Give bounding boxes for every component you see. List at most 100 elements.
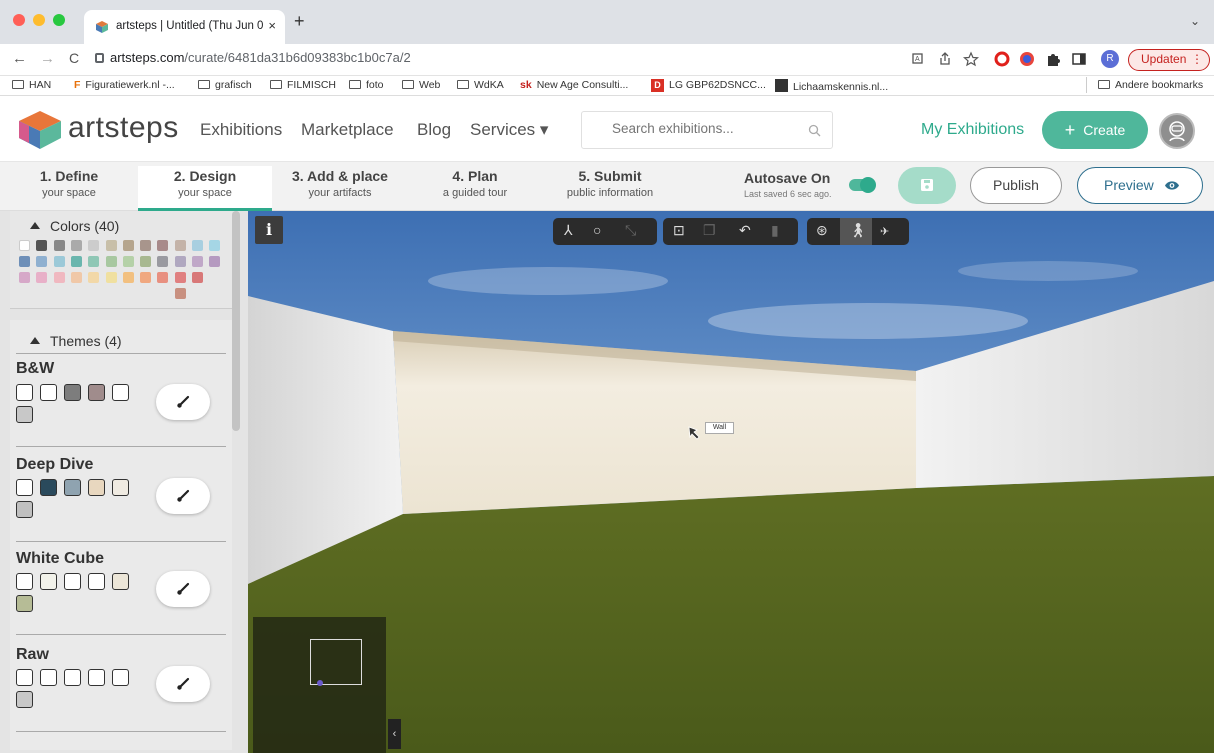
other-bookmarks[interactable]: Andere bookmarks: [1098, 79, 1203, 91]
search-icon[interactable]: [808, 124, 821, 137]
color-swatch[interactable]: [174, 240, 186, 251]
search-box[interactable]: [581, 111, 833, 149]
theme-color-swatch[interactable]: [16, 501, 33, 518]
opera-icon[interactable]: [994, 51, 1010, 67]
color-swatch[interactable]: [209, 256, 221, 267]
undo-icon[interactable]: ↶: [739, 222, 751, 239]
color-swatch[interactable]: [140, 256, 152, 267]
color-swatch[interactable]: [209, 240, 221, 251]
step-add-place[interactable]: 3. Add & place your artifacts: [272, 166, 408, 211]
step-design[interactable]: 2. Design your space: [138, 166, 272, 211]
drone-view-icon[interactable]: ✈︎: [880, 225, 889, 238]
theme-color-swatch[interactable]: [16, 384, 33, 401]
theme-color-swatch[interactable]: [88, 573, 105, 590]
sidepanel-icon[interactable]: [1071, 51, 1087, 67]
theme-color-swatch[interactable]: [16, 669, 33, 686]
theme-color-swatch[interactable]: [64, 573, 81, 590]
search-input[interactable]: [612, 121, 792, 136]
share-icon[interactable]: [937, 51, 953, 67]
bookmark-item[interactable]: sk New Age Consulti...: [520, 79, 628, 91]
color-swatch[interactable]: [88, 272, 100, 283]
step-define[interactable]: 1. Define your space: [0, 166, 138, 211]
profile-avatar[interactable]: R: [1101, 50, 1119, 68]
new-tab-icon[interactable]: +: [294, 11, 305, 32]
rotate-icon[interactable]: ○: [593, 222, 601, 238]
theme-color-swatch[interactable]: [112, 669, 129, 686]
extension-icon[interactable]: [1019, 51, 1035, 67]
theme-color-swatch[interactable]: [16, 573, 33, 590]
bookmark-star-icon[interactable]: [963, 51, 979, 67]
theme-color-swatch[interactable]: [88, 669, 105, 686]
color-swatch[interactable]: [53, 256, 65, 267]
nav-exhibitions[interactable]: Exhibitions: [200, 120, 282, 140]
theme-color-swatch[interactable]: [88, 384, 105, 401]
sidebar-scrollbar[interactable]: [232, 211, 240, 431]
reload-icon[interactable]: C: [69, 50, 79, 66]
info-button[interactable]: i: [255, 216, 283, 244]
color-swatch[interactable]: [140, 240, 152, 251]
color-swatch[interactable]: [53, 240, 65, 251]
theme-edit-button[interactable]: [156, 571, 210, 607]
color-swatch[interactable]: [174, 256, 186, 267]
color-swatch[interactable]: [192, 256, 203, 267]
color-swatch[interactable]: [157, 240, 169, 251]
theme-color-swatch[interactable]: [40, 669, 57, 686]
delete-icon[interactable]: ▮: [771, 222, 779, 239]
color-swatch[interactable]: [88, 256, 100, 267]
nav-blog[interactable]: Blog: [417, 120, 451, 140]
orbit-view-icon[interactable]: ⊛: [816, 222, 828, 239]
color-swatch[interactable]: [36, 240, 48, 251]
minimap-collapse-button[interactable]: ‹: [388, 719, 401, 749]
select-icon[interactable]: ⊡: [673, 222, 685, 239]
color-swatch[interactable]: [192, 240, 203, 251]
3d-viewport[interactable]: i ⅄ ○ ⤡ ⊡ ❐ ↶ ▮ ⊛ 🚶︎ ✈︎ Wall ‹: [248, 211, 1214, 753]
step-submit[interactable]: 5. Submit public information: [542, 166, 678, 211]
walk-view-icon[interactable]: 🚶︎: [849, 222, 867, 239]
step-plan[interactable]: 4. Plan a guided tour: [408, 166, 542, 211]
artsteps-logo-icon[interactable]: [17, 109, 63, 149]
autosave-toggle[interactable]: [849, 177, 876, 193]
nav-marketplace[interactable]: Marketplace: [301, 120, 394, 140]
bookmark-item[interactable]: grafisch: [198, 79, 252, 91]
back-icon[interactable]: ←: [12, 50, 27, 67]
color-swatch[interactable]: [140, 272, 152, 283]
bookmark-item[interactable]: D LG GBP62DSNCC...: [651, 79, 766, 92]
bookmark-item[interactable]: Web: [402, 79, 440, 91]
create-button[interactable]: + Create: [1042, 111, 1148, 149]
color-swatch[interactable]: [70, 256, 82, 267]
save-button[interactable]: [898, 167, 956, 204]
color-swatch[interactable]: [105, 272, 117, 283]
theme-color-swatch[interactable]: [112, 573, 129, 590]
bookmark-item[interactable]: F Figuratiewerk.nl -...: [74, 79, 175, 91]
duplicate-icon[interactable]: ❐: [703, 222, 716, 239]
color-swatch[interactable]: [88, 240, 100, 251]
my-exhibitions-link[interactable]: My Exhibitions: [921, 121, 1024, 139]
tab-search-icon[interactable]: ⌄: [1190, 14, 1200, 28]
update-button[interactable]: Updaten ⋮: [1128, 49, 1210, 71]
theme-color-swatch[interactable]: [64, 479, 81, 496]
themes-header[interactable]: Themes (4): [30, 333, 122, 349]
axis-icon[interactable]: ⅄: [564, 222, 573, 239]
color-swatch[interactable]: [122, 240, 134, 251]
theme-color-swatch[interactable]: [64, 669, 81, 686]
theme-color-swatch[interactable]: [40, 479, 57, 496]
theme-edit-button[interactable]: [156, 478, 210, 514]
color-swatch[interactable]: [122, 256, 134, 267]
color-swatch[interactable]: [192, 272, 203, 283]
logo-text[interactable]: artsteps: [68, 111, 179, 145]
publish-button[interactable]: Publish: [970, 167, 1062, 204]
browser-tab[interactable]: artsteps | Untitled (Thu Jun 08 ×: [84, 10, 285, 44]
minimap[interactable]: [253, 617, 386, 753]
bookmark-item[interactable]: WdKA: [457, 79, 504, 91]
color-swatch[interactable]: [36, 272, 48, 283]
theme-color-swatch[interactable]: [40, 573, 57, 590]
bookmark-item[interactable]: HAN: [12, 79, 51, 91]
theme-color-swatch[interactable]: [16, 406, 33, 423]
theme-color-swatch[interactable]: [16, 479, 33, 496]
theme-edit-button[interactable]: [156, 384, 210, 420]
color-swatch[interactable]: [122, 272, 134, 283]
bookmark-item[interactable]: foto: [349, 79, 384, 91]
color-swatch[interactable]: [19, 272, 30, 283]
forward-icon[interactable]: →: [40, 50, 55, 67]
color-swatch[interactable]: [157, 272, 169, 283]
